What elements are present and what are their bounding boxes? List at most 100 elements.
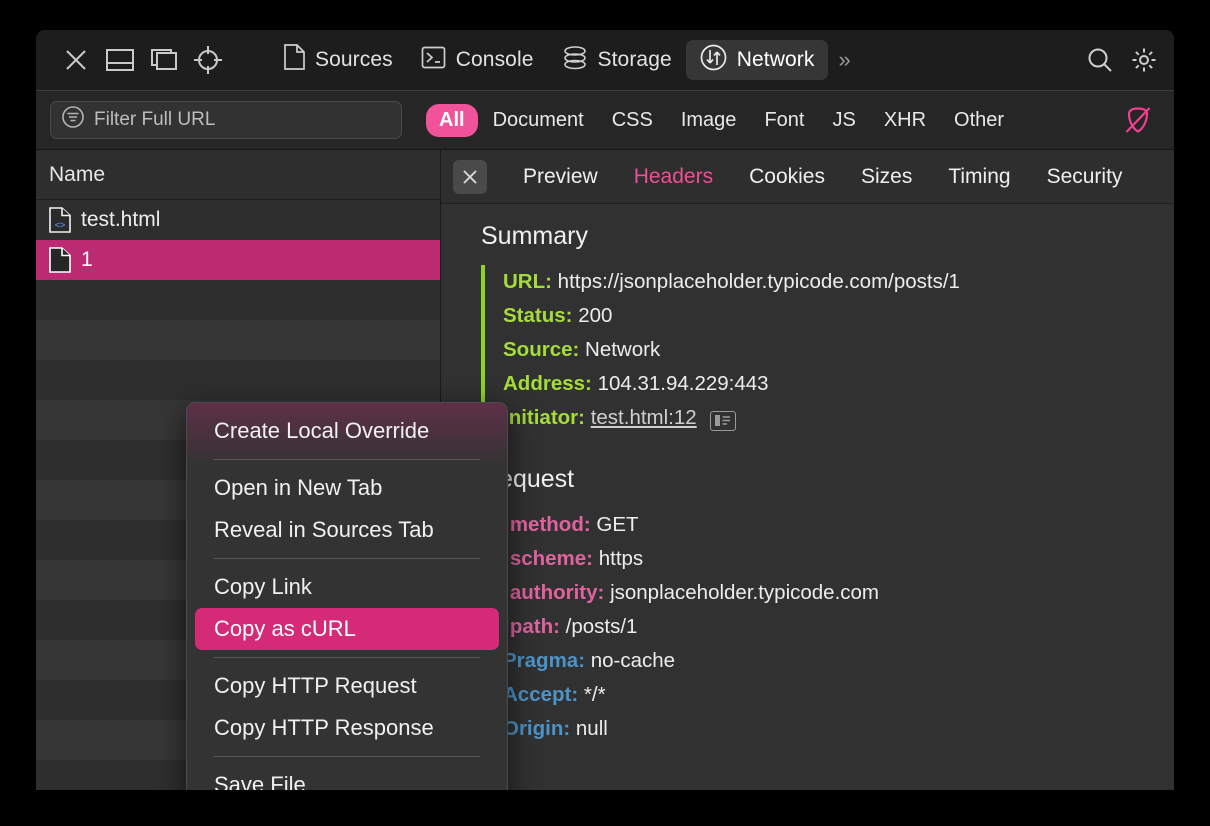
request-header-row: :scheme: https: [503, 542, 1174, 576]
header-key: :path:: [503, 615, 560, 638]
filter-type-all[interactable]: All: [426, 103, 478, 137]
header-key: :authority:: [503, 581, 605, 604]
list-item-label: 1: [81, 248, 93, 271]
web-inspector-window: Sources Console Storage Network » Filter…: [36, 30, 1174, 790]
header-value: jsonplaceholder.typicode.com: [610, 581, 880, 604]
request-header-row: Origin: null: [503, 712, 1174, 746]
tab-network[interactable]: Network: [685, 40, 829, 80]
document-icon: [284, 44, 305, 76]
header-key: Accept:: [503, 683, 579, 706]
tab-label: Console: [455, 48, 534, 71]
filter-placeholder: Filter Full URL: [94, 109, 216, 130]
summary-value: https://jsonplaceholder.typicode.com/pos…: [557, 270, 960, 293]
headers-content: Summary URL: https://jsonplaceholder.typ…: [441, 204, 1174, 790]
summary-value: 104.31.94.229:443: [597, 372, 769, 395]
header-key: :scheme:: [503, 547, 594, 570]
menu-item-open-in-new-tab[interactable]: Open in New Tab: [187, 467, 507, 509]
filter-type-css[interactable]: CSS: [599, 104, 666, 137]
menu-separator: [214, 756, 480, 757]
filter-type-js[interactable]: JS: [819, 104, 868, 137]
list-empty-row: [36, 320, 440, 360]
close-inspector-icon[interactable]: [54, 38, 98, 82]
network-request-list: Name <> test.html 1 Create Local Overrid…: [36, 150, 508, 790]
tab-sizes[interactable]: Sizes: [843, 165, 930, 189]
generic-file-icon: [49, 247, 71, 273]
tab-console[interactable]: Console: [407, 40, 548, 80]
summary-value: 200: [578, 304, 613, 327]
request-header-row: :method: GET: [503, 508, 1174, 542]
show-panel-icon[interactable]: [710, 410, 737, 431]
menu-separator: [214, 558, 480, 559]
header-value: */*: [583, 683, 606, 706]
clear-network-items-icon[interactable]: [1116, 98, 1160, 142]
menu-item-copy-link[interactable]: Copy Link: [187, 566, 507, 608]
header-value: no-cache: [590, 649, 676, 672]
header-value: null: [575, 717, 608, 740]
menu-item-copy-as-curl[interactable]: Copy as cURL: [195, 608, 499, 650]
close-detail-icon[interactable]: [453, 159, 487, 194]
summary-key: Address:: [503, 372, 592, 395]
menu-item-create-local-override[interactable]: Create Local Override: [187, 410, 507, 452]
menu-item-reveal-in-sources-tab[interactable]: Reveal in Sources Tab: [187, 509, 507, 551]
gear-icon[interactable]: [1122, 38, 1166, 82]
database-icon: [562, 45, 588, 76]
summary-row-url: URL: https://jsonplaceholder.typicode.co…: [503, 265, 1174, 299]
list-column-header-name[interactable]: Name: [36, 150, 440, 200]
tab-storage[interactable]: Storage: [548, 40, 686, 80]
more-tabs-icon[interactable]: »: [828, 40, 860, 80]
tab-headers[interactable]: Headers: [616, 165, 731, 189]
request-detail-panel: Preview Headers Cookies Sizes Timing Sec…: [441, 150, 1174, 790]
summary-section: URL: https://jsonplaceholder.typicode.co…: [481, 265, 1174, 435]
network-main-area: Name <> test.html 1 Create Local Overrid…: [36, 150, 1174, 790]
search-icon[interactable]: [1078, 38, 1122, 82]
header-value: GET: [596, 513, 639, 536]
summary-key: URL:: [503, 270, 552, 293]
header-value: /posts/1: [565, 615, 638, 638]
request-header-row: :authority: jsonplaceholder.typicode.com: [503, 576, 1174, 610]
list-item[interactable]: 1: [36, 240, 440, 280]
list-item[interactable]: <> test.html: [36, 200, 440, 240]
menu-separator: [214, 459, 480, 460]
initiator-link[interactable]: test.html:12: [591, 406, 697, 429]
summary-section-title: Summary: [481, 222, 588, 250]
tab-label: Storage: [597, 48, 672, 71]
inspect-element-icon[interactable]: [186, 38, 230, 82]
menu-item-save-file[interactable]: Save File: [187, 764, 507, 790]
tab-security[interactable]: Security: [1029, 165, 1141, 189]
menu-separator: [214, 657, 480, 658]
network-arrows-icon: [700, 44, 727, 77]
header-value: https: [598, 547, 644, 570]
header-key: :method:: [503, 513, 591, 536]
tab-timing[interactable]: Timing: [930, 165, 1028, 189]
filter-url-input[interactable]: Filter Full URL: [50, 101, 402, 139]
summary-row-status: Status: 200: [503, 299, 1174, 333]
network-filter-bar: Filter Full URL All Document CSS Image F…: [36, 91, 1174, 150]
filter-type-xhr[interactable]: XHR: [871, 104, 939, 137]
summary-key: Status:: [503, 304, 573, 327]
tab-label: Sources: [315, 48, 393, 71]
filter-type-image[interactable]: Image: [668, 104, 750, 137]
dock-window-icon[interactable]: [142, 38, 186, 82]
tab-label: Network: [736, 48, 815, 71]
tab-preview[interactable]: Preview: [505, 165, 616, 189]
summary-value: Network: [585, 338, 661, 361]
filter-type-document[interactable]: Document: [480, 104, 597, 137]
inspector-toolbar: Sources Console Storage Network »: [36, 30, 1174, 91]
summary-key: Initiator:: [503, 406, 585, 429]
menu-item-copy-http-response[interactable]: Copy HTTP Response: [187, 707, 507, 749]
menu-item-copy-http-request[interactable]: Copy HTTP Request: [187, 665, 507, 707]
tab-cookies[interactable]: Cookies: [731, 165, 843, 189]
html-file-icon: <>: [49, 207, 71, 233]
filter-type-font[interactable]: Font: [751, 104, 817, 137]
request-header-row: Accept: */*: [503, 678, 1174, 712]
filter-type-other[interactable]: Other: [941, 104, 1017, 137]
request-header-row: Pragma: no-cache: [503, 644, 1174, 678]
tab-sources[interactable]: Sources: [270, 40, 407, 80]
list-empty-row: [36, 360, 440, 400]
detail-tab-bar: Preview Headers Cookies Sizes Timing Sec…: [441, 150, 1174, 204]
summary-key: Source:: [503, 338, 580, 361]
header-key: Origin:: [503, 717, 571, 740]
svg-text:<>: <>: [55, 220, 66, 230]
dock-bottom-icon[interactable]: [98, 38, 142, 82]
request-section-title: Request: [481, 465, 575, 493]
